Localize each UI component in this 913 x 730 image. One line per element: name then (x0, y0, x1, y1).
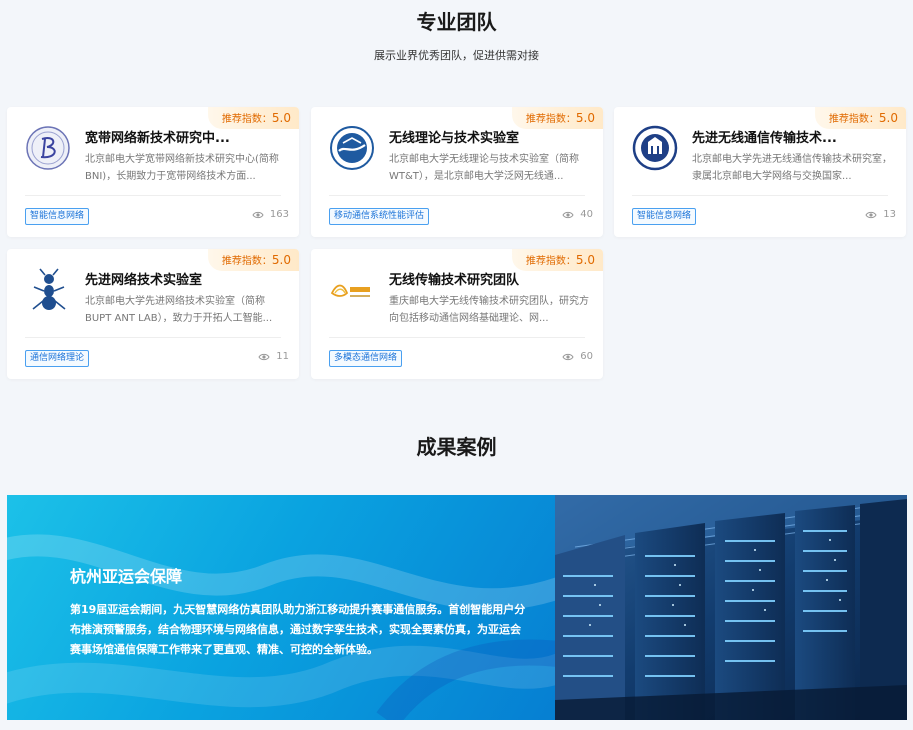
card-divider (25, 337, 281, 338)
team-section-title: 专业团队 (416, 10, 497, 34)
view-count: 60 (562, 351, 593, 362)
team-card[interactable]: 推荐指数：5.0 宽带网络新技术研究中... 北京邮电大学宽带网络新技术研究中心… (7, 107, 299, 237)
cases-section-title: 成果案例 (416, 435, 497, 459)
eye-icon (252, 211, 264, 218)
case-text-panel: 杭州亚运会保障 第19届亚运会期间，九天智慧网络仿真团队助力浙江移动提升赛事通信… (7, 495, 555, 720)
card-divider (329, 195, 585, 196)
team-section-subtitle: 展示业界优秀团队，促进供需对接 (374, 49, 539, 62)
card-description: 北京邮电大学宽带网络新技术研究中心(简称BNI)，长期致力于宽带网络技术方面..… (85, 154, 279, 182)
bni-logo-icon (26, 126, 70, 170)
cqupt-logo-icon (330, 284, 370, 297)
card-description: 重庆邮电大学无线传输技术研究团队，研究方向包括移动通信网络基础理论、网... (389, 296, 589, 324)
eye-icon (562, 211, 574, 218)
card-description: 北京邮电大学无线理论与技术实验室（简称WT&T），是北京邮电大学泛网无线通... (389, 154, 579, 182)
card-tag[interactable]: 智能信息网络 (632, 208, 697, 225)
view-count: 13 (865, 209, 896, 220)
card-title[interactable]: 无线传输技术研究团队 (389, 269, 549, 288)
card-title[interactable]: 先进网络技术实验室 (85, 269, 245, 288)
seal-logo-icon (632, 125, 678, 171)
view-count: 11 (258, 351, 289, 362)
case-description: 第19届亚运会期间，九天智慧网络仿真团队助力浙江移动提升赛事通信服务。首创智能用… (70, 603, 526, 656)
card-description: 北京邮电大学先进网络技术实验室（简称BUPT ANT LAB），致力于开拓人工智… (85, 296, 273, 324)
view-count: 40 (562, 209, 593, 220)
team-card[interactable]: 推荐指数：5.0 无线传输技术研究团队 重庆邮电大学无线传输技术研究团队，研究方… (311, 249, 603, 379)
score-badge: 推荐指数：5.0 (207, 107, 299, 129)
eye-icon (258, 353, 270, 360)
team-card[interactable]: 推荐指数：5.0 无线理论与技术实验室 北京邮电大学无线理论与技术实验室（简称W… (311, 107, 603, 237)
card-title[interactable]: 宽带网络新技术研究中... (85, 127, 245, 146)
server-room-illustration (555, 495, 907, 720)
eye-icon (562, 353, 574, 360)
score-badge: 推荐指数：5.0 (511, 107, 603, 129)
team-card[interactable]: 推荐指数：5.0 先进网络技术实验室 北京邮电大学先进网络技术实验室（简称BUP… (7, 249, 299, 379)
card-divider (329, 337, 585, 338)
card-divider (632, 195, 888, 196)
card-tag[interactable]: 移动通信系统性能评估 (329, 208, 430, 225)
case-banner[interactable]: 杭州亚运会保障 第19届亚运会期间，九天智慧网络仿真团队助力浙江移动提升赛事通信… (7, 495, 907, 720)
view-count: 163 (252, 209, 289, 220)
score-badge: 推荐指数：5.0 (814, 107, 906, 129)
team-card[interactable]: 推荐指数：5.0 先进无线通信传输技术... 北京邮电大学先进无线通信传输技术研… (614, 107, 906, 237)
wtt-logo-icon (330, 126, 374, 170)
ant-logo-icon (32, 268, 66, 310)
score-badge: 推荐指数：5.0 (207, 249, 299, 271)
card-tag[interactable]: 通信网络理论 (25, 350, 90, 367)
card-tag[interactable]: 多模态通信网络 (329, 350, 403, 367)
card-divider (25, 195, 281, 196)
card-description: 北京邮电大学先进无线通信传输技术研究室，隶属北京邮电大学网络与交换国家... (692, 154, 892, 182)
eye-icon (865, 211, 877, 218)
case-title[interactable]: 杭州亚运会保障 (70, 563, 182, 587)
card-title[interactable]: 无线理论与技术实验室 (389, 127, 549, 146)
server-room-image (555, 495, 907, 720)
card-title[interactable]: 先进无线通信传输技术... (692, 127, 852, 146)
card-tag[interactable]: 智能信息网络 (25, 208, 90, 225)
score-badge: 推荐指数：5.0 (511, 249, 603, 271)
